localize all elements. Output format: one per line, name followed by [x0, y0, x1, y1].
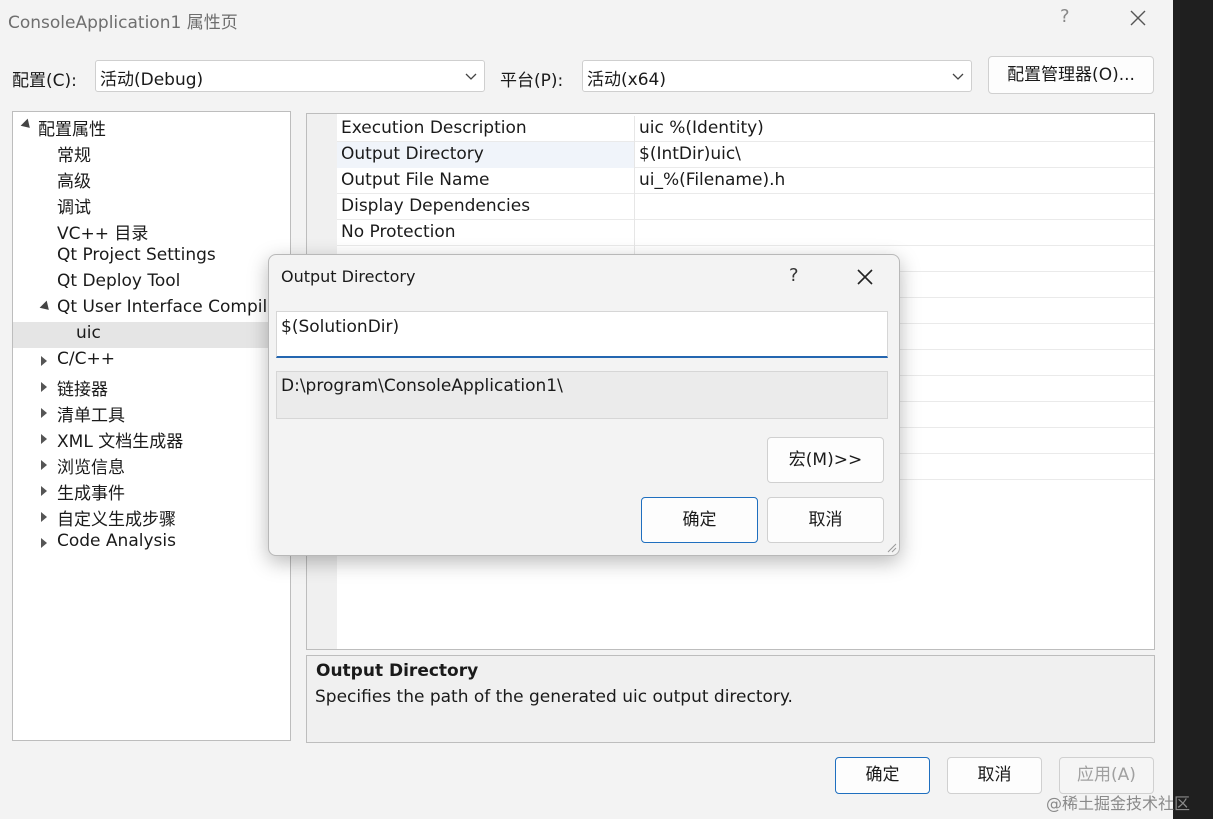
table-row[interactable]: Execution Description uic %(Identity) — [337, 116, 1154, 142]
tree-item-code-analysis[interactable]: Code Analysis — [13, 530, 290, 556]
tree-item-cpp[interactable]: C/C++ — [13, 348, 290, 374]
column-divider — [634, 142, 635, 168]
config-label: 配置(C): — [12, 71, 77, 91]
resize-grip-icon[interactable] — [885, 541, 897, 553]
dialog-title: Output Directory — [281, 267, 416, 286]
apply-button[interactable]: 应用(A) — [1059, 757, 1154, 794]
expanded-icon[interactable] — [39, 300, 53, 314]
tree-item-label: Qt User Interface Compil — [57, 297, 268, 317]
tree-item-label: 配置属性 — [38, 120, 106, 140]
output-directory-dialog: Output Directory ? $(SolutionDir) D:\pro… — [268, 254, 900, 556]
property-tree: 配置属性 常规 高级 调试 VC++ 目录 Qt Project Setting… — [12, 111, 291, 741]
tree-item-linker[interactable]: 链接器 — [13, 374, 290, 400]
evaluated-value: D:\program\ConsoleApplication1\ — [281, 376, 563, 396]
column-divider — [634, 220, 635, 246]
title-bar: ConsoleApplication1 属性页 ? — [0, 0, 1173, 40]
tree-item-custom-build-step[interactable]: 自定义生成步骤 — [13, 504, 290, 530]
tree-item-label: 高级 — [57, 172, 91, 192]
help-icon[interactable]: ? — [1060, 6, 1070, 27]
tree-item-qt-project-settings[interactable]: Qt Project Settings — [13, 244, 290, 270]
collapsed-icon[interactable] — [41, 408, 47, 418]
cancel-button[interactable]: 取消 — [947, 757, 1042, 794]
tree-item-label: 调试 — [57, 198, 91, 218]
tree-item-qt-deploy-tool[interactable]: Qt Deploy Tool — [13, 270, 290, 296]
column-divider — [634, 194, 635, 220]
close-icon[interactable] — [847, 261, 883, 293]
output-directory-input[interactable]: $(SolutionDir) — [276, 311, 888, 358]
window-title: ConsoleApplication1 属性页 — [8, 13, 238, 33]
collapsed-icon[interactable] — [41, 538, 47, 548]
tree-item-qt-uic[interactable]: Qt User Interface Compil — [13, 296, 290, 322]
property-value[interactable]: ui_%(Filename).h — [639, 170, 785, 190]
property-name: Output File Name — [341, 170, 490, 190]
collapsed-icon[interactable] — [41, 460, 47, 470]
evaluated-value-box: D:\program\ConsoleApplication1\ — [276, 371, 888, 419]
platform-value: 活动(x64) — [587, 70, 666, 90]
tree-item-debugging[interactable]: 调试 — [13, 192, 290, 218]
property-name: Display Dependencies — [341, 196, 531, 216]
collapsed-icon[interactable] — [41, 382, 47, 392]
tree-item-label: VC++ 目录 — [57, 224, 149, 244]
tree-item-label: 清单工具 — [57, 406, 125, 426]
expanded-icon[interactable] — [20, 118, 34, 132]
collapsed-icon[interactable] — [41, 356, 47, 366]
table-row[interactable]: Display Dependencies — [337, 194, 1154, 220]
tree-item-label: 常规 — [57, 146, 91, 166]
chevron-down-icon — [465, 73, 477, 80]
property-name: No Protection — [341, 222, 456, 242]
tree-item-manifest-tool[interactable]: 清单工具 — [13, 400, 290, 426]
property-name: Output Directory — [341, 144, 484, 164]
table-row[interactable]: Output Directory $(IntDir)uic\ — [337, 142, 1154, 168]
watermark: @稀土掘金技术社区 — [1046, 794, 1191, 813]
tree-item-build-events[interactable]: 生成事件 — [13, 478, 290, 504]
tree-item-xml-doc-generator[interactable]: XML 文档生成器 — [13, 426, 290, 452]
tree-item-label: Qt Deploy Tool — [57, 271, 181, 291]
description-pane: Output Directory Specifies the path of t… — [306, 655, 1155, 743]
tree-item-label: 生成事件 — [57, 484, 125, 504]
property-value[interactable]: uic %(Identity) — [639, 118, 764, 138]
tree-item-label: 链接器 — [57, 380, 108, 400]
tree-item-config-properties[interactable]: 配置属性 — [13, 114, 290, 140]
platform-label: 平台(P): — [500, 71, 564, 91]
tree-item-general[interactable]: 常规 — [13, 140, 290, 166]
tree-item-label: Qt Project Settings — [57, 245, 216, 265]
table-row[interactable]: No Protection — [337, 220, 1154, 246]
tree-item-label: C/C++ — [57, 349, 115, 369]
input-value: $(SolutionDir) — [281, 317, 400, 337]
column-divider — [634, 168, 635, 194]
column-divider — [634, 116, 635, 142]
tree-item-label: Code Analysis — [57, 531, 176, 551]
tree-item-label: 自定义生成步骤 — [57, 510, 176, 530]
dialog-ok-button[interactable]: 确定 — [641, 497, 758, 543]
table-row[interactable]: Output File Name ui_%(Filename).h — [337, 168, 1154, 194]
config-value: 活动(Debug) — [100, 70, 204, 90]
config-combo[interactable]: 活动(Debug) — [95, 60, 485, 92]
description-text: Specifies the path of the generated uic … — [315, 687, 793, 707]
tree-item-label: XML 文档生成器 — [57, 432, 184, 452]
collapsed-icon[interactable] — [41, 512, 47, 522]
collapsed-icon[interactable] — [41, 434, 47, 444]
collapsed-icon[interactable] — [41, 486, 47, 496]
chevron-down-icon — [952, 73, 964, 80]
macros-button[interactable]: 宏(M)>> — [767, 437, 884, 483]
tree-item-browse-info[interactable]: 浏览信息 — [13, 452, 290, 478]
help-icon[interactable]: ? — [789, 265, 799, 286]
property-name: Execution Description — [341, 118, 527, 138]
tree-item-vc-directories[interactable]: VC++ 目录 — [13, 218, 290, 244]
config-manager-button[interactable]: 配置管理器(O)... — [988, 56, 1154, 94]
ok-button[interactable]: 确定 — [835, 757, 930, 794]
tree-item-label: uic — [76, 323, 101, 343]
description-title: Output Directory — [316, 661, 479, 681]
tree-item-advanced[interactable]: 高级 — [13, 166, 290, 192]
platform-combo[interactable]: 活动(x64) — [582, 60, 972, 92]
tree-item-label: 浏览信息 — [57, 458, 125, 478]
close-icon[interactable] — [1118, 0, 1158, 36]
dialog-cancel-button[interactable]: 取消 — [767, 497, 884, 543]
tree-item-uic[interactable]: uic — [13, 322, 290, 348]
property-value[interactable]: $(IntDir)uic\ — [639, 144, 741, 164]
